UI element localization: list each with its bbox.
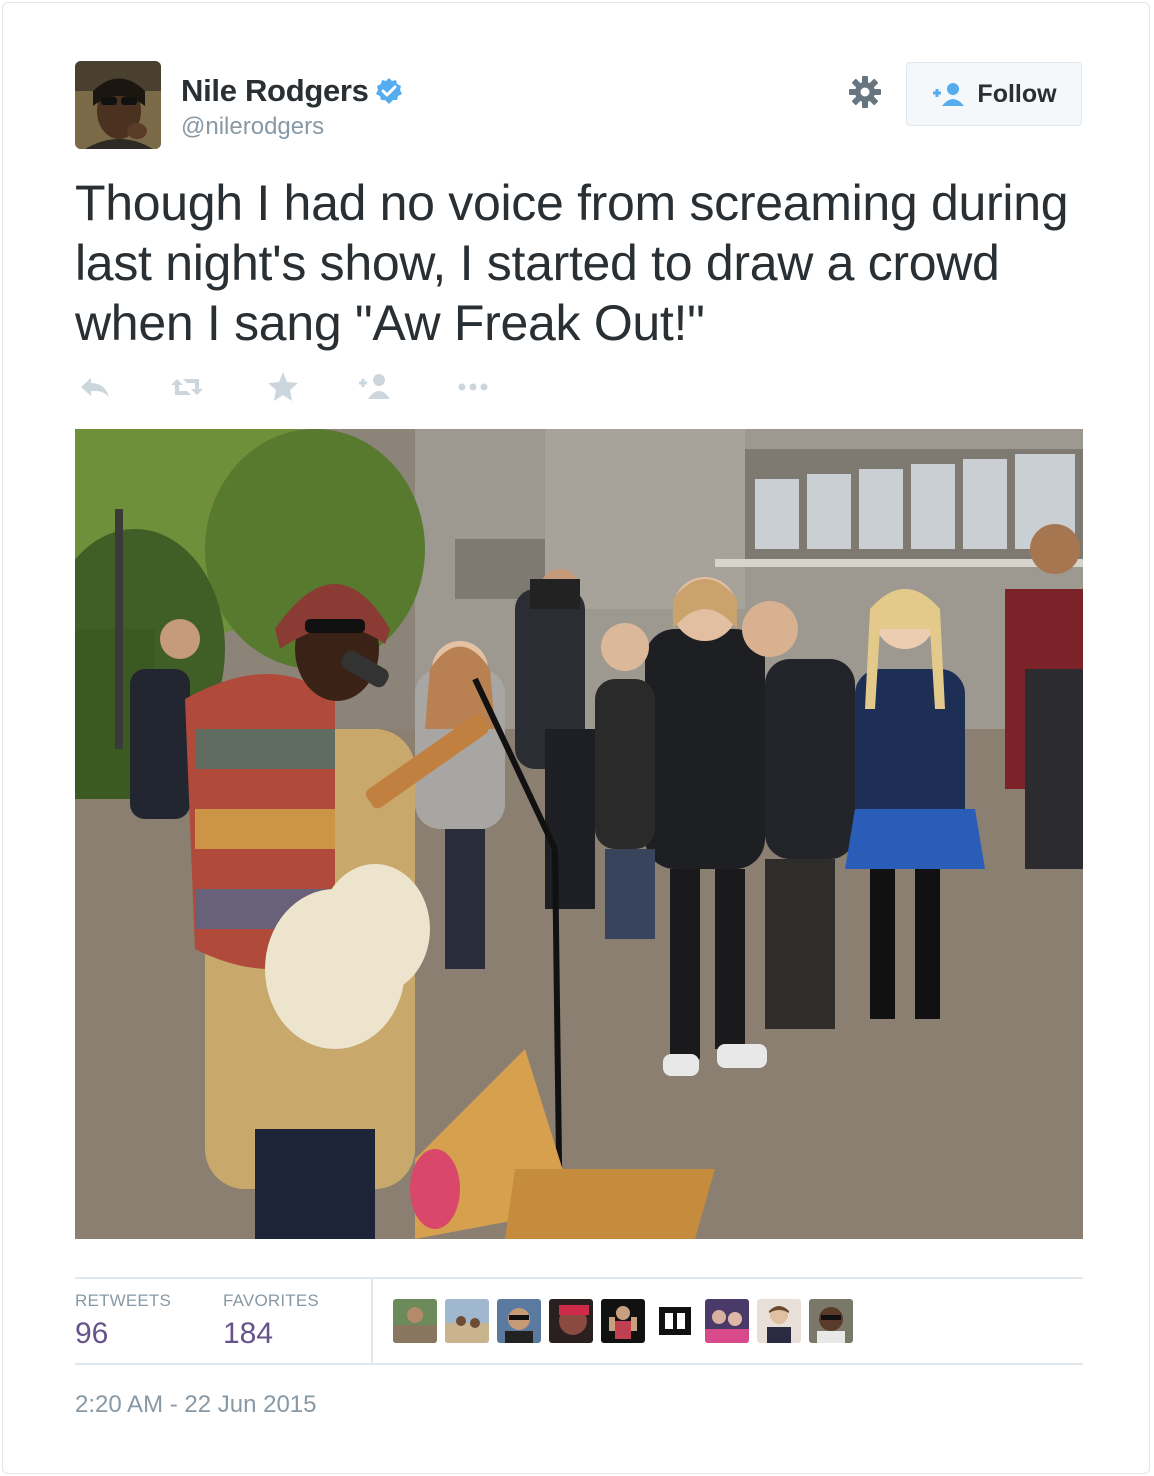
- favoriter-avatar[interactable]: [809, 1299, 853, 1343]
- user-name-row: Nile Rodgers: [181, 73, 403, 109]
- tweet-card: Nile Rodgers @nilerodgers Follow Though …: [2, 2, 1150, 1474]
- retweets-label[interactable]: RETWEETS: [75, 1291, 171, 1311]
- follow-icon[interactable]: [357, 369, 393, 405]
- reply-icon[interactable]: [77, 369, 113, 405]
- favoriter-avatar[interactable]: [757, 1299, 801, 1343]
- favoriter-avatar[interactable]: [653, 1299, 697, 1343]
- more-icon[interactable]: [455, 369, 491, 405]
- favoriter-avatar[interactable]: [393, 1299, 437, 1343]
- tweet-photo[interactable]: [75, 429, 1083, 1239]
- favoriter-avatar[interactable]: [445, 1299, 489, 1343]
- follow-button[interactable]: Follow: [906, 62, 1082, 126]
- user-name[interactable]: Nile Rodgers: [181, 73, 369, 109]
- user-handle[interactable]: @nilerodgers: [181, 113, 324, 141]
- add-user-icon: [933, 83, 965, 106]
- stats-divider-bottom: [75, 1363, 1083, 1365]
- tweet-text-line: Though I had no voice from screaming dur…: [75, 175, 1069, 231]
- tweet-text-line: when I sang "Aw Freak Out!": [75, 295, 705, 351]
- user-avatar[interactable]: [75, 61, 161, 149]
- favorites-label[interactable]: FAVORITES: [223, 1291, 319, 1311]
- retweets-count[interactable]: 96: [75, 1317, 108, 1351]
- favoriter-avatar[interactable]: [549, 1299, 593, 1343]
- favoriter-avatar[interactable]: [601, 1299, 645, 1343]
- stats-divider-vertical: [371, 1279, 373, 1363]
- verified-badge-icon: [375, 78, 402, 104]
- favoriter-avatar[interactable]: [497, 1299, 541, 1343]
- favorite-icon[interactable]: [265, 369, 301, 405]
- tweet-text: Though I had no voice from screaming dur…: [75, 173, 1095, 353]
- favoriter-avatar[interactable]: [705, 1299, 749, 1343]
- favoriter-avatars: [393, 1299, 853, 1343]
- follow-button-label: Follow: [977, 79, 1057, 108]
- stats-divider-top: [75, 1277, 1083, 1279]
- favorites-count[interactable]: 184: [223, 1317, 273, 1351]
- tweet-timestamp[interactable]: 2:20 AM - 22 Jun 2015: [75, 1391, 317, 1419]
- tweet-text-line: last night's show, I started to draw a c…: [75, 235, 1000, 291]
- retweet-icon[interactable]: [169, 369, 205, 405]
- gear-icon[interactable]: [848, 75, 882, 109]
